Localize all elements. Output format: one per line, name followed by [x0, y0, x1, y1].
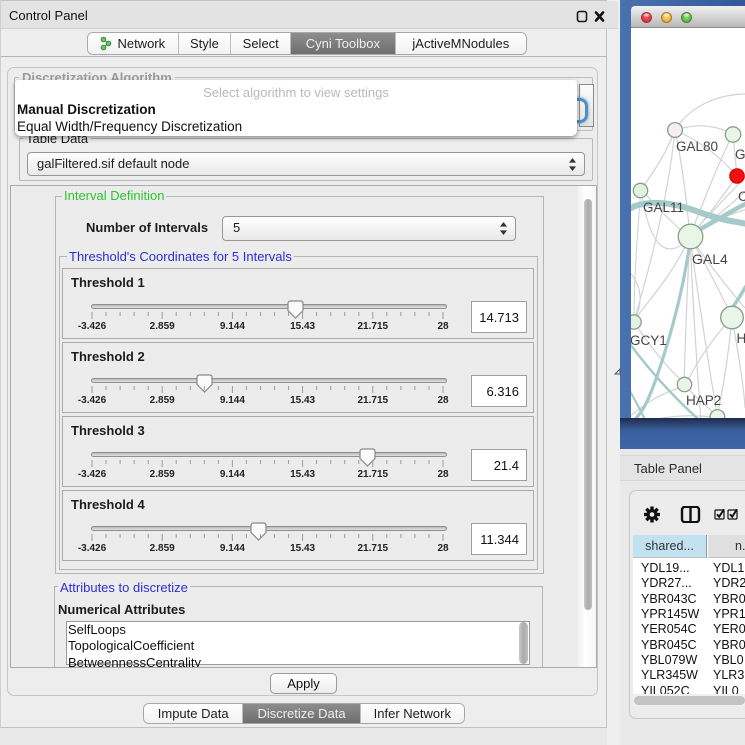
svg-text:C: C: [738, 189, 745, 204]
svg-text:H: H: [737, 331, 745, 346]
svg-text:G...: G...: [735, 147, 745, 162]
svg-text:GAL80: GAL80: [676, 139, 718, 154]
svg-text:GAL11: GAL11: [643, 200, 684, 215]
svg-text:HAP2: HAP2: [686, 393, 721, 408]
svg-text:GAL4: GAL4: [692, 251, 728, 267]
svg-text:GCY1: GCY1: [631, 333, 667, 348]
